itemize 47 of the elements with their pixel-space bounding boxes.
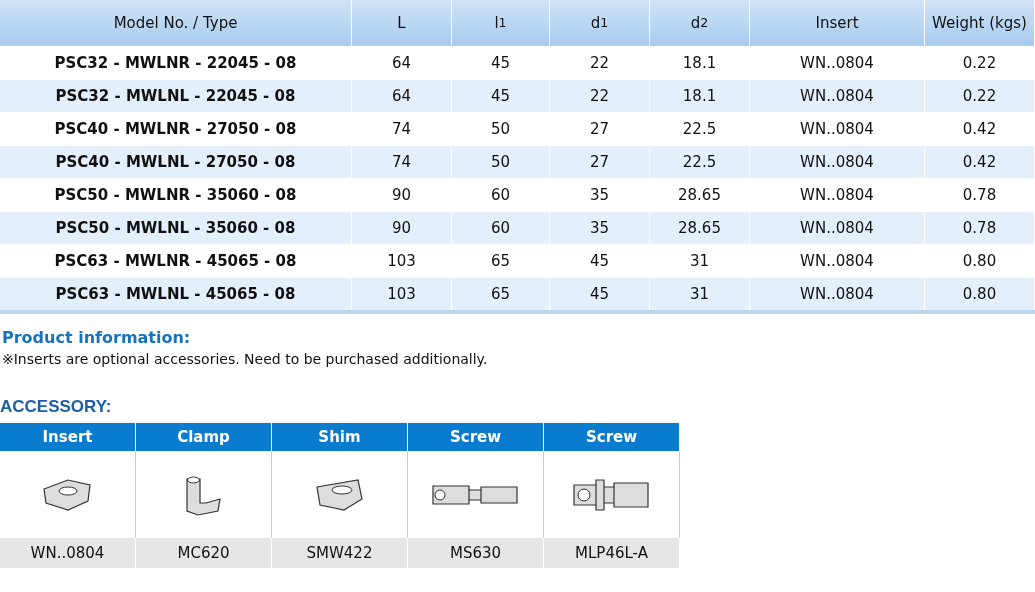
table-cell: 0.22 bbox=[925, 80, 1035, 112]
table-cell: MS630 bbox=[408, 538, 544, 568]
column-header: Screw bbox=[408, 423, 544, 451]
table-cell: 65 bbox=[452, 278, 550, 310]
table-cell: 50 bbox=[452, 146, 550, 178]
table-cell: 35 bbox=[550, 212, 650, 244]
table-cell: 22 bbox=[550, 80, 650, 112]
table-cell: PSC32 - MWLNL - 22045 - 08 bbox=[0, 80, 352, 112]
shim-drawing bbox=[313, 476, 366, 513]
table-cell: SMW422 bbox=[272, 538, 408, 568]
table-cell: WN..0804 bbox=[750, 212, 925, 244]
table-cell: 22.5 bbox=[650, 146, 750, 178]
table-cell: 60 bbox=[452, 212, 550, 244]
table-cell: WN..0804 bbox=[750, 278, 925, 310]
table-cell: 28.65 bbox=[650, 212, 750, 244]
note-text: ※Inserts are optional accessories. Need to be purchased additionally. bbox=[2, 351, 489, 367]
table-cell: WN..0804 bbox=[750, 80, 925, 112]
column-header: Weight (kgs) bbox=[925, 0, 1035, 46]
column-header: Shim bbox=[272, 423, 408, 451]
column-header: Clamp bbox=[136, 423, 272, 451]
table-cell: PSC63 - MWLNL - 45065 - 08 bbox=[0, 278, 352, 310]
table-cell: 31 bbox=[650, 278, 750, 310]
table-cell: MLP46L-A bbox=[544, 538, 680, 568]
table-cell: 27 bbox=[550, 146, 650, 178]
table-cell: 18.1 bbox=[650, 80, 750, 112]
table-cell: 64 bbox=[352, 80, 452, 112]
section-heading: Product information: bbox=[2, 328, 192, 347]
table-cell: 0.78 bbox=[925, 212, 1035, 244]
insert-drawing bbox=[41, 476, 94, 513]
table-cell: 90 bbox=[352, 212, 452, 244]
table-cell: 0.42 bbox=[925, 146, 1035, 178]
table-cell: WN..0804 bbox=[750, 146, 925, 178]
column-header: Model No. / Type bbox=[0, 0, 352, 46]
table-cell: 0.80 bbox=[925, 278, 1035, 310]
table-cell: MC620 bbox=[136, 538, 272, 568]
table-cell: 103 bbox=[352, 278, 452, 310]
table-cell: 45 bbox=[452, 80, 550, 112]
column-header: Screw bbox=[544, 423, 680, 451]
table-cell: PSC40 - MWLNL - 27050 - 08 bbox=[0, 146, 352, 178]
table-cell: 74 bbox=[352, 146, 452, 178]
section-heading: ACCESSORY: bbox=[0, 397, 113, 417]
table-cell: WN..0804 bbox=[0, 538, 136, 568]
column-header: L bbox=[352, 0, 452, 46]
column-header: Insert bbox=[0, 423, 136, 451]
table-cell: 45 bbox=[550, 278, 650, 310]
table-cell: PSC50 - MWLNL - 35060 - 08 bbox=[0, 212, 352, 244]
column-header: Insert bbox=[750, 0, 925, 46]
